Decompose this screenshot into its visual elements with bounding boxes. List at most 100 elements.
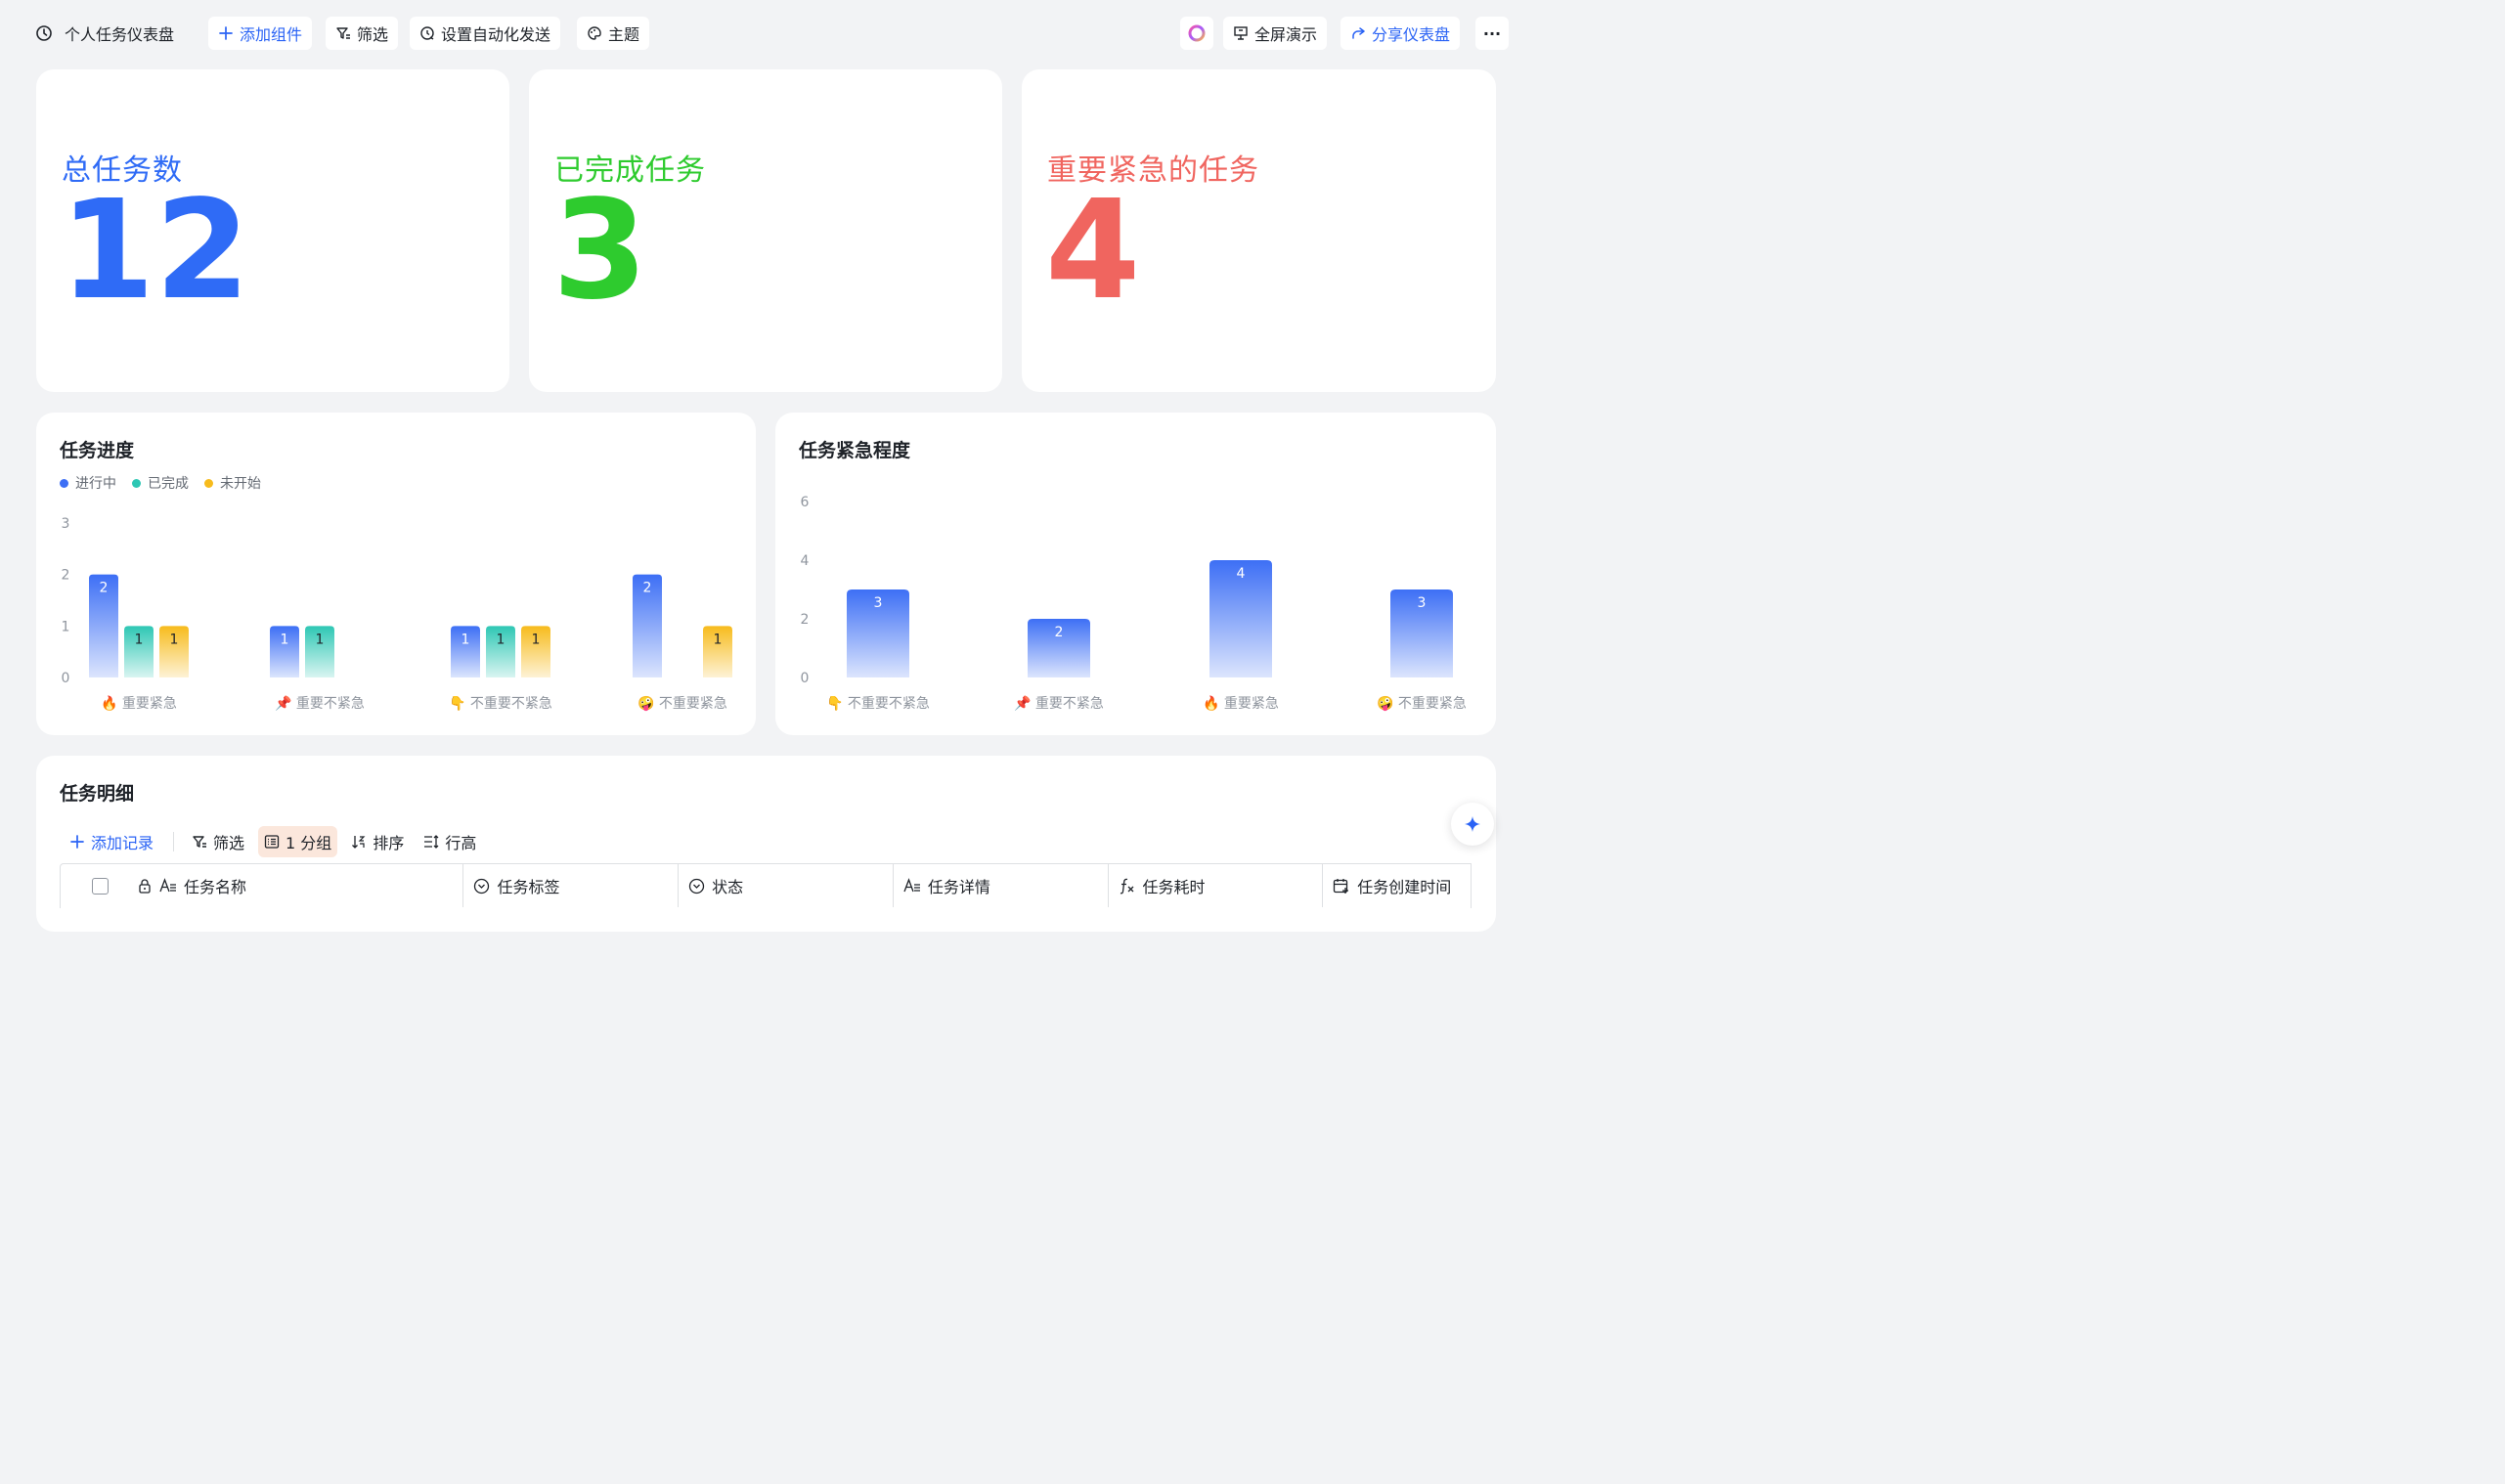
theme-label: 主题 xyxy=(608,25,640,44)
row-height-button[interactable]: 行高 xyxy=(418,826,482,857)
sort-icon xyxy=(352,836,366,849)
task-table-title: 任务明细 xyxy=(60,783,135,805)
column-label-task-tag: 任务标签 xyxy=(497,878,560,896)
y-tick-label: 3 xyxy=(62,516,70,532)
add-widget-label: 添加组件 xyxy=(240,25,303,44)
select-all-checkbox[interactable] xyxy=(92,877,109,895)
x-category-label: 🔥 重要紧急 xyxy=(101,695,177,712)
column-header-task-tag[interactable]: 任务标签 xyxy=(463,864,680,907)
plus-icon xyxy=(219,26,233,40)
kpi-value-completed: 3 xyxy=(552,171,648,330)
progress-bar-chart: 0 1 2 3 2 1 1 🔥 重要紧急 1 1 📌 重要不紧急 1 1 1 👇 不重要不紧急 2 1 🤪 不重要… xyxy=(62,516,732,712)
auto-send-button[interactable]: 设置自动化发送 xyxy=(410,17,561,50)
y-tick-label: 2 xyxy=(62,568,70,584)
share-icon xyxy=(1352,27,1365,39)
bar-value-label: 3 xyxy=(874,595,883,611)
column-header-created-time[interactable]: 任务创建时间 xyxy=(1323,864,1471,907)
filter-icon xyxy=(193,836,207,848)
dashboard-title[interactable]: 个人任务仪表盘 xyxy=(25,17,184,50)
x-category-label: 👇 不重要不紧急 xyxy=(449,695,552,712)
bar-value-label: 2 xyxy=(643,581,652,596)
bar-value-label: 1 xyxy=(170,632,179,647)
add-record-label: 添加记录 xyxy=(91,834,154,852)
kpi-value-urgent: 4 xyxy=(1045,171,1141,330)
more-button[interactable]: ··· xyxy=(1475,17,1509,50)
ai-assistant-button[interactable] xyxy=(1180,17,1213,50)
dashboard-clock-icon xyxy=(36,25,52,41)
bar-value-label: 1 xyxy=(281,632,289,647)
y-tick-label: 6 xyxy=(801,495,810,510)
auto-send-label: 设置自动化发送 xyxy=(441,25,551,44)
task-table-card: 任务明细 添加记录 筛选 1 分组 排序 行高 任务名称 任务标签 状态 任务详… xyxy=(36,756,1496,932)
column-header-task-duration[interactable]: 任务耗时 xyxy=(1109,864,1324,907)
progress-chart-card[interactable]: 任务进度 进行中 已完成 未开始 0 1 2 3 2 1 1 🔥 重要紧急 1 1 📌 重要不紧急 1… xyxy=(36,413,756,735)
x-category-label: 👇 不重要不紧急 xyxy=(826,695,930,712)
group-button[interactable]: 1 分组 xyxy=(258,826,338,857)
table-toolbar: 添加记录 筛选 1 分组 排序 行高 xyxy=(64,826,490,857)
dashboard-toolbar: 个人任务仪表盘 添加组件 筛选 设置自动化发送 主题 全屏演示 分享仪表盘 ··… xyxy=(0,0,1533,66)
palette-icon xyxy=(588,26,601,40)
fullscreen-label: 全屏演示 xyxy=(1254,25,1318,44)
y-tick-label: 0 xyxy=(801,671,810,686)
x-category-label: 🤪 不重要紧急 xyxy=(637,695,727,712)
bar-value-label: 4 xyxy=(1237,566,1246,582)
x-category-label: 🔥 重要紧急 xyxy=(1203,695,1279,712)
y-tick-label: 4 xyxy=(801,553,810,569)
bar-value-label: 1 xyxy=(461,632,470,647)
more-icon: ··· xyxy=(1482,23,1502,43)
share-dashboard-button[interactable]: 分享仪表盘 xyxy=(1340,17,1461,50)
x-category-label: 📌 重要不紧急 xyxy=(275,694,365,712)
column-header-task-detail[interactable]: 任务详情 xyxy=(894,864,1109,907)
theme-button[interactable]: 主题 xyxy=(577,17,650,50)
y-tick-label: 0 xyxy=(62,671,70,686)
kpi-value-total: 12 xyxy=(60,171,250,330)
column-header-task-name[interactable]: 任务名称 xyxy=(61,864,464,907)
urgency-chart-card[interactable]: 任务紧急程度 0 2 4 6 3 👇 不重要不紧急 2 📌 重要不紧急 4 🔥 重要紧急 3 🤪 不重… xyxy=(775,413,1496,735)
auto-send-icon xyxy=(420,26,434,40)
sort-label: 排序 xyxy=(373,834,405,852)
column-label-task-duration: 任务耗时 xyxy=(1142,878,1206,896)
table-header-row: 任务名称 任务标签 状态 任务详情 任务耗时 任务创建时间 xyxy=(60,863,1472,908)
column-label-task-name: 任务名称 xyxy=(184,878,247,896)
table-filter-button[interactable]: 筛选 xyxy=(186,826,250,857)
group-list-icon xyxy=(264,835,280,849)
kpi-card-completed[interactable]: 已完成任务 3 xyxy=(529,69,1002,392)
sort-button[interactable]: 排序 xyxy=(345,826,410,857)
kpi-card-urgent[interactable]: 重要紧急的任务 4 xyxy=(1022,69,1496,392)
y-tick-label: 1 xyxy=(62,619,70,634)
text-field-icon xyxy=(159,878,176,893)
table-filter-label: 筛选 xyxy=(213,834,245,852)
presentation-icon xyxy=(1234,26,1248,40)
share-dashboard-label: 分享仪表盘 xyxy=(1372,25,1451,44)
column-header-status[interactable]: 状态 xyxy=(679,864,894,907)
bar-value-label: 2 xyxy=(1055,625,1064,640)
column-label-status: 状态 xyxy=(712,878,744,896)
x-category-label: 🤪 不重要紧急 xyxy=(1377,695,1467,712)
sparkle-icon xyxy=(1465,816,1480,832)
y-tick-label: 2 xyxy=(801,612,810,628)
bar-value-label: 2 xyxy=(100,581,109,596)
column-label-created-time: 任务创建时间 xyxy=(1357,878,1452,896)
ai-ring-icon xyxy=(1188,24,1206,42)
column-label-task-detail: 任务详情 xyxy=(927,878,990,896)
filter-label: 筛选 xyxy=(357,25,389,44)
urgency-bar-chart: 0 2 4 6 3 👇 不重要不紧急 2 📌 重要不紧急 4 🔥 重要紧急 3 🤪 不重要紧急 xyxy=(801,495,1467,712)
row-height-label: 行高 xyxy=(445,834,477,852)
fullscreen-button[interactable]: 全屏演示 xyxy=(1223,17,1328,50)
dashboard-title-text: 个人任务仪表盘 xyxy=(65,25,175,44)
add-record-button[interactable]: 添加记录 xyxy=(64,826,159,857)
bar-value-label: 3 xyxy=(1418,595,1427,611)
ai-sparkle-button[interactable] xyxy=(1451,803,1494,846)
bar-value-label: 1 xyxy=(135,632,144,647)
bar-value-label: 1 xyxy=(497,632,505,647)
bar-value-label: 1 xyxy=(532,632,541,647)
filter-button[interactable]: 筛选 xyxy=(326,17,399,50)
text-field-icon xyxy=(903,878,920,893)
toolbar-divider xyxy=(173,832,175,851)
single-select-icon xyxy=(474,878,490,894)
formula-icon xyxy=(1120,878,1133,895)
group-label: 1 分组 xyxy=(286,834,332,852)
row-height-icon xyxy=(424,835,439,849)
kpi-card-total[interactable]: 总任务数 12 xyxy=(36,69,509,392)
add-widget-button[interactable]: 添加组件 xyxy=(208,17,313,50)
